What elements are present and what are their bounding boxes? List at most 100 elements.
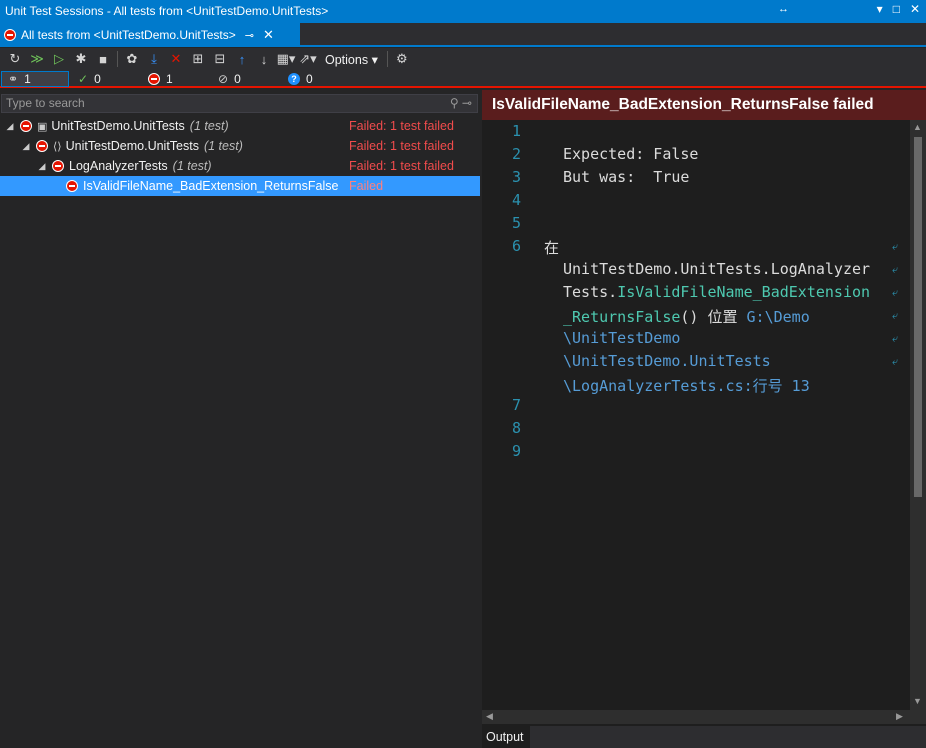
scrollbar-thumb[interactable] — [914, 137, 922, 497]
total-icon: ⚭ — [8, 72, 19, 86]
stat-ignored[interactable]: ⊘ 0 — [218, 71, 241, 87]
tree-row-status: Failed — [349, 179, 384, 193]
track-icon[interactable]: ✿ — [121, 49, 143, 69]
horizontal-scrollbar[interactable]: ◀ ▶ — [482, 710, 926, 724]
close-icon[interactable]: ✕ — [910, 2, 920, 16]
maximize-icon[interactable]: □ — [893, 2, 900, 16]
toolbar-separator — [386, 51, 388, 67]
expand-arrow-icon[interactable]: ◢ — [36, 161, 48, 172]
stack-text: Tests. — [563, 283, 618, 301]
pin-icon[interactable]: ⊸ — [245, 29, 254, 42]
line-number: 5 — [512, 214, 522, 232]
options-button[interactable]: Options ▾ — [319, 52, 384, 67]
namespace-icon: ⟨⟩ — [53, 140, 62, 153]
word-wrap-icon: ⤶ — [892, 355, 899, 368]
expand-arrow-icon[interactable]: ◢ — [20, 141, 32, 152]
stop-icon[interactable]: ■ — [92, 49, 114, 69]
fail-icon — [66, 180, 78, 192]
expand-arrow-icon[interactable]: ◢ — [4, 121, 16, 132]
tab-all-tests[interactable]: All tests from <UnitTestDemo.UnitTests> … — [0, 23, 300, 47]
stat-ignored-value: 0 — [234, 72, 241, 86]
stat-total[interactable]: ⚭ 1 — [1, 71, 69, 87]
tree-row-namespace[interactable]: ◢ ⟨⟩ UnitTestDemo.UnitTests (1 test) Fai… — [0, 136, 480, 156]
settings-icon[interactable]: ⚙ — [391, 49, 413, 69]
window-titlebar: Unit Test Sessions - All tests from <Uni… — [0, 0, 926, 23]
line-number: 4 — [512, 191, 522, 209]
tree-row-label: UnitTestDemo.UnitTests — [51, 119, 185, 133]
import-icon[interactable]: ⤓ — [143, 49, 165, 69]
group-icon[interactable]: ▦▾ — [275, 49, 297, 69]
expected-line: Expected: False — [563, 145, 699, 163]
file-link[interactable]: G:\Demo — [747, 308, 810, 326]
stat-inconclusive-value: 0 — [306, 72, 313, 86]
window-title: Unit Test Sessions - All tests from <Uni… — [5, 4, 329, 18]
word-wrap-icon: ⤶ — [892, 286, 899, 299]
project-icon: ▣ — [37, 120, 48, 133]
method-name: _ReturnsFalse — [563, 308, 681, 326]
stat-inconclusive[interactable]: ? 0 — [288, 71, 313, 87]
word-wrap-icon: ⤶ — [892, 309, 899, 322]
vertical-scrollbar[interactable]: ▲ ▼ — [910, 120, 926, 710]
line-number: 9 — [512, 442, 522, 460]
run-all-icon[interactable]: ≫ — [26, 49, 48, 69]
question-icon: ? — [288, 73, 300, 85]
tab-bar: All tests from <UnitTestDemo.UnitTests> … — [0, 23, 926, 47]
collapse-icon[interactable]: ⊟ — [209, 49, 231, 69]
toolbar-separator — [117, 51, 118, 67]
search-input[interactable]: Type to search ⚲ ⊸ — [1, 94, 478, 113]
tree-row-count: (1 test) — [203, 139, 243, 153]
line-number: 3 — [512, 168, 522, 186]
word-wrap-icon: ⤶ — [892, 332, 899, 345]
tree-row-class[interactable]: ◢ LogAnalyzerTests (1 test) Failed: 1 te… — [0, 156, 480, 176]
stat-failed[interactable]: 1 — [148, 71, 173, 87]
export-icon[interactable]: ⇗▾ — [297, 49, 319, 69]
add-icon[interactable]: ⊞ — [187, 49, 209, 69]
tree-row-status: Failed: 1 test failed — [349, 119, 454, 133]
line-number: 1 — [512, 122, 522, 140]
fail-icon — [148, 73, 160, 85]
scroll-left-icon[interactable]: ◀ — [486, 711, 493, 722]
toolbar: ↻ ≫ ▷ ✱ ■ ✿ ⤓ ✕ ⊞ ⊟ ↑ ↓ ▦▾ ⇗▾ Options ▾ … — [0, 48, 926, 70]
scroll-down-icon[interactable]: ▼ — [913, 696, 922, 706]
window-controls: ▾ □ ✕ — [877, 2, 920, 16]
file-link[interactable]: \UnitTestDemo — [563, 329, 680, 347]
tree-row-test[interactable]: IsValidFileName_BadExtension_ReturnsFals… — [0, 176, 480, 196]
refresh-icon[interactable]: ↻ — [4, 49, 26, 69]
line-number: 6 — [512, 237, 522, 255]
method-name: IsValidFileName_BadExtension — [617, 283, 871, 301]
stats-bar: ⚭ 1 ✓ 0 1 ⊘ 0 ? 0 — [0, 70, 926, 88]
remove-icon[interactable]: ✕ — [165, 49, 187, 69]
output-tab-strip: Output — [482, 726, 926, 748]
scroll-right-icon[interactable]: ▶ — [896, 711, 903, 722]
search-icon[interactable]: ⚲ ⊸ — [450, 95, 472, 112]
tree-row-project[interactable]: ◢ ▣ UnitTestDemo.UnitTests (1 test) Fail… — [0, 116, 480, 136]
check-icon: ✓ — [78, 72, 89, 86]
resize-icon[interactable]: ↔ — [778, 3, 789, 15]
line-number: 8 — [512, 419, 522, 437]
test-tree-panel: Type to search ⚲ ⊸ ◢ ▣ UnitTestDemo.Unit… — [0, 90, 480, 748]
up-icon[interactable]: ↑ — [231, 49, 253, 69]
stat-total-value: 1 — [24, 72, 31, 86]
tree-row-label: IsValidFileName_BadExtension_ReturnsFals… — [83, 179, 339, 193]
tree-row-status: Failed: 1 test failed — [349, 159, 454, 173]
tab-close-icon[interactable]: ✕ — [263, 27, 274, 43]
run-icon[interactable]: ▷ — [48, 49, 70, 69]
details-output[interactable]: 1 2 3 4 5 6 7 8 9 Expected: False But wa… — [482, 120, 910, 710]
stat-failed-value: 1 — [166, 72, 173, 86]
options-label: Options — [325, 52, 369, 67]
but-was-line: But was: True — [563, 168, 690, 186]
fail-status-icon — [4, 29, 16, 41]
file-link[interactable]: \UnitTestDemo.UnitTests — [563, 352, 771, 370]
dropdown-icon[interactable]: ▾ — [877, 2, 883, 16]
stat-passed[interactable]: ✓ 0 — [78, 71, 101, 87]
down-icon[interactable]: ↓ — [253, 49, 275, 69]
tree-row-label: UnitTestDemo.UnitTests — [65, 139, 199, 153]
tree-row-count: (1 test) — [189, 119, 229, 133]
fail-icon — [52, 160, 64, 172]
debug-icon[interactable]: ✱ — [70, 49, 92, 69]
word-wrap-icon: ⤶ — [892, 263, 899, 276]
scroll-up-icon[interactable]: ▲ — [913, 122, 922, 132]
tab-output[interactable]: Output — [482, 726, 530, 748]
stat-passed-value: 0 — [94, 72, 101, 86]
file-link[interactable]: \LogAnalyzerTests.cs:行号 13 — [563, 375, 810, 396]
